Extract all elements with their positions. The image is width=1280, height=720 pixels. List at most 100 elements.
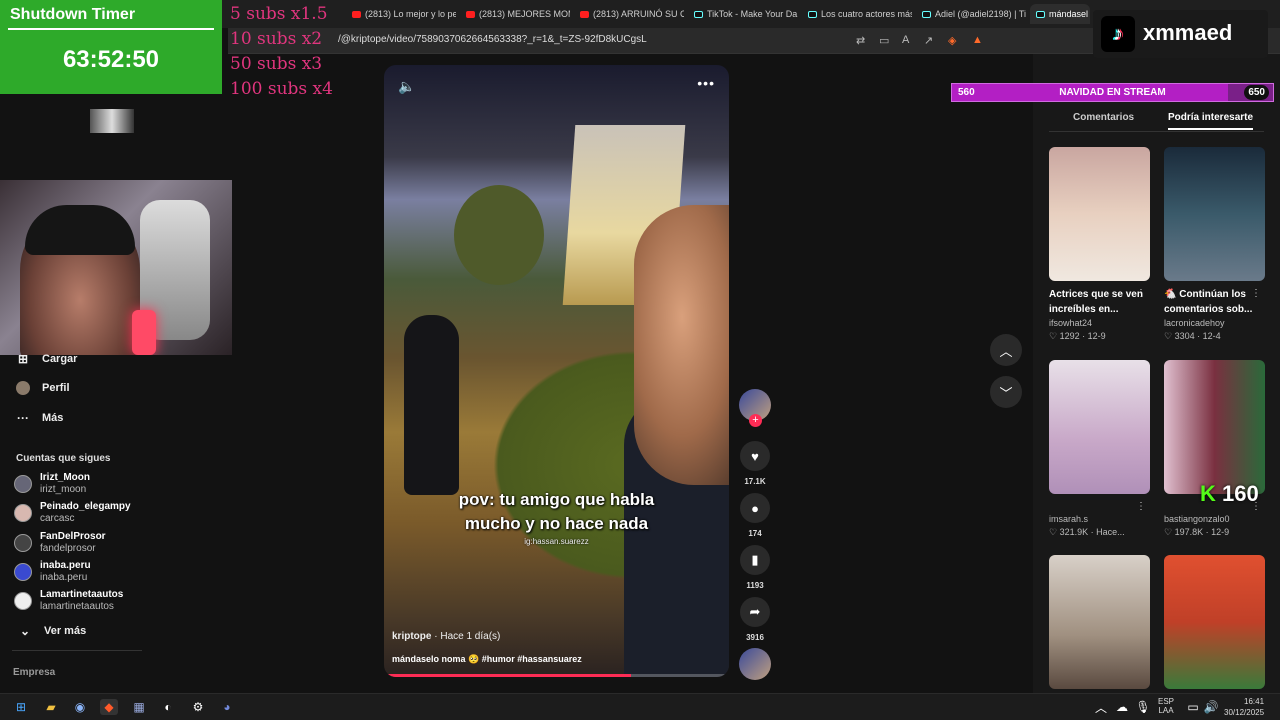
following-account[interactable]: Lamartinetaautos lamartinetaautos bbox=[14, 589, 123, 613]
browser-tab[interactable]: (2813) Lo mejor y lo pe bbox=[346, 4, 456, 24]
video-player[interactable]: 🔈 ••• pov: tu amigo que habla mucho y no… bbox=[384, 65, 729, 677]
comment-button[interactable]: ● 174 bbox=[739, 493, 771, 538]
brave-browser-icon[interactable]: ◆ bbox=[100, 699, 118, 715]
obs-icon[interactable]: ◐ bbox=[159, 699, 177, 715]
bookmark-icon: ▮ bbox=[740, 545, 770, 575]
avatar bbox=[14, 592, 32, 610]
goal-title: NAVIDAD EN STREAM bbox=[1059, 87, 1166, 98]
volume-icon[interactable]: 🔈 bbox=[398, 78, 415, 95]
timer-divider bbox=[8, 28, 214, 30]
browser-tab[interactable]: (2813) ARRUINÓ SU C bbox=[574, 4, 684, 24]
rewards-icon[interactable]: ▲ bbox=[972, 34, 983, 46]
next-video-button[interactable]: ﹀ bbox=[990, 376, 1022, 408]
suggested-video-card[interactable]: 🐔 Continúan los comentarios sob... lacro… bbox=[1164, 147, 1265, 342]
file-explorer-icon[interactable]: ▰ bbox=[42, 699, 60, 715]
keyboard-language[interactable]: ESP LAA bbox=[1158, 697, 1174, 715]
avatar bbox=[14, 563, 32, 581]
brave-shield-icon[interactable]: ◈ bbox=[948, 34, 956, 47]
cloud-icon[interactable]: ☁ bbox=[1113, 699, 1131, 715]
chevron-up-icon[interactable]: ︿ bbox=[1092, 699, 1110, 715]
tab-suggested[interactable]: Podría interesarte bbox=[1168, 112, 1254, 130]
tiktok-icon bbox=[694, 10, 703, 18]
chevron-down-icon: ﹀ bbox=[999, 385, 1013, 401]
follow-plus-icon[interactable]: + bbox=[749, 414, 762, 427]
following-account[interactable]: Irizt_Moon irizt_moon bbox=[14, 472, 90, 496]
suggested-video-card[interactable] bbox=[1164, 555, 1265, 689]
following-account[interactable]: FanDelProsor fandelprosor bbox=[14, 531, 106, 555]
card-date: Hace... bbox=[1096, 527, 1125, 537]
previous-video-button[interactable]: ︿ bbox=[990, 334, 1022, 366]
browser-tab[interactable]: (2813) MEJORES MOM bbox=[460, 4, 570, 24]
comment-count: 174 bbox=[748, 529, 762, 538]
account-handle: inaba.peru bbox=[40, 572, 88, 583]
tab-comments[interactable]: Comentarios bbox=[1073, 112, 1134, 123]
share-icon[interactable]: ↗ bbox=[924, 34, 933, 47]
sidebar-item-more[interactable]: ··· Más bbox=[16, 411, 63, 425]
browser-tab-active[interactable]: mándasel bbox=[1030, 4, 1090, 24]
account-handle: carcasc bbox=[40, 513, 75, 524]
video-thumbnail bbox=[1164, 360, 1265, 494]
more-options-icon[interactable]: ••• bbox=[697, 75, 715, 91]
suggested-video-card[interactable]: bastiangonzalo0 ♡ 197.8K · 12-9 ⋮ bbox=[1164, 360, 1265, 538]
following-account[interactable]: Peinado_elegampy carcasc bbox=[14, 501, 131, 525]
tab-label: Los cuatro actores más bbox=[821, 9, 912, 19]
network-icon[interactable]: ▭ bbox=[1184, 699, 1202, 715]
browser-tab[interactable]: Adiel (@adiel2198) | Ti bbox=[916, 4, 1026, 24]
tiktok-icon bbox=[922, 10, 931, 18]
share-count: 3916 bbox=[746, 633, 764, 642]
goal-target: 650 bbox=[1244, 85, 1269, 100]
sidebar-item-profile[interactable]: Perfil bbox=[16, 381, 70, 395]
account-name: Lamartinetaautos bbox=[40, 589, 124, 600]
following-account[interactable]: inaba.peru inaba.peru bbox=[14, 560, 91, 584]
card-more-icon[interactable]: ⋮ bbox=[1251, 288, 1261, 299]
windows-start-icon[interactable]: ⊞ bbox=[12, 699, 30, 715]
tiktok-logo-overlay: ♪ xmmaed bbox=[1093, 10, 1268, 58]
browser-tab[interactable]: TikTok - Make Your Da bbox=[688, 4, 798, 24]
video-progress[interactable] bbox=[388, 674, 725, 677]
kick-icon: K bbox=[1200, 481, 1216, 506]
share-button[interactable]: ➦ 3916 bbox=[739, 597, 771, 642]
card-author: ifsowhat24 bbox=[1049, 318, 1093, 328]
author-name[interactable]: kriptope bbox=[392, 631, 431, 642]
sidebar-item-label: Cargar bbox=[42, 353, 78, 365]
steam-icon[interactable]: ◉ bbox=[71, 699, 89, 715]
browser-tab[interactable]: Los cuatro actores más bbox=[802, 4, 912, 24]
tiktok-logo-icon: ♪ bbox=[1101, 16, 1135, 52]
post-time: · Hace 1 día(s) bbox=[434, 631, 501, 642]
kick-count: 160 bbox=[1222, 481, 1259, 506]
video-thumbnail bbox=[1164, 555, 1265, 689]
tiktok-icon bbox=[808, 10, 817, 18]
youtube-icon bbox=[352, 10, 361, 18]
suggested-video-card[interactable]: Actrices que se ven increíbles en... ifs… bbox=[1049, 147, 1150, 342]
suggested-video-card[interactable]: imsarah.s ♡ 321.9K · Hace... ⋮ bbox=[1049, 360, 1150, 538]
save-button[interactable]: ▮ 1193 bbox=[739, 545, 771, 590]
url-field[interactable]: /@kriptope/video/7589037062664563338?_r=… bbox=[338, 34, 647, 45]
card-more-icon[interactable]: ⋮ bbox=[1136, 501, 1146, 512]
see-more-button[interactable]: ⌄ Ver más bbox=[18, 624, 86, 638]
cast-icon[interactable]: ▭ bbox=[879, 34, 889, 47]
clock[interactable]: 16:41 30/12/2025 bbox=[1224, 696, 1264, 718]
like-button[interactable]: ♥ 17.1K bbox=[739, 441, 771, 486]
translate-icon[interactable]: ⇄ bbox=[856, 34, 865, 47]
card-author: lacronicadehoy bbox=[1164, 318, 1225, 328]
microphone-icon[interactable]: 🎙 bbox=[1134, 699, 1152, 715]
language-icon[interactable]: A bbox=[902, 34, 909, 46]
sidebar-item-upload[interactable]: ⊞ Cargar bbox=[16, 352, 78, 366]
volume-icon[interactable]: 🔊 bbox=[1202, 699, 1220, 715]
suggested-video-card[interactable] bbox=[1049, 555, 1150, 689]
footer-company[interactable]: Empresa bbox=[13, 667, 55, 678]
card-date: 12-9 bbox=[1087, 331, 1106, 341]
discord-icon[interactable]: ◕ bbox=[218, 699, 236, 715]
settings-icon[interactable]: ⚙ bbox=[189, 699, 207, 715]
music-disc[interactable] bbox=[739, 648, 771, 680]
card-title: 🐔 Continúan los comentarios sob... bbox=[1164, 289, 1253, 315]
account-name: FanDelProsor bbox=[40, 531, 106, 542]
scene-tree bbox=[454, 185, 544, 285]
calculator-icon[interactable]: ▦ bbox=[130, 699, 148, 715]
kick-counter: K 160 bbox=[1200, 481, 1259, 507]
heart-icon: ♡ bbox=[1049, 331, 1058, 341]
comment-icon: ● bbox=[740, 493, 770, 523]
card-more-icon[interactable]: ⋮ bbox=[1136, 288, 1146, 299]
streamer-cap bbox=[25, 205, 135, 255]
tab-label: (2813) Lo mejor y lo pe bbox=[365, 9, 456, 19]
